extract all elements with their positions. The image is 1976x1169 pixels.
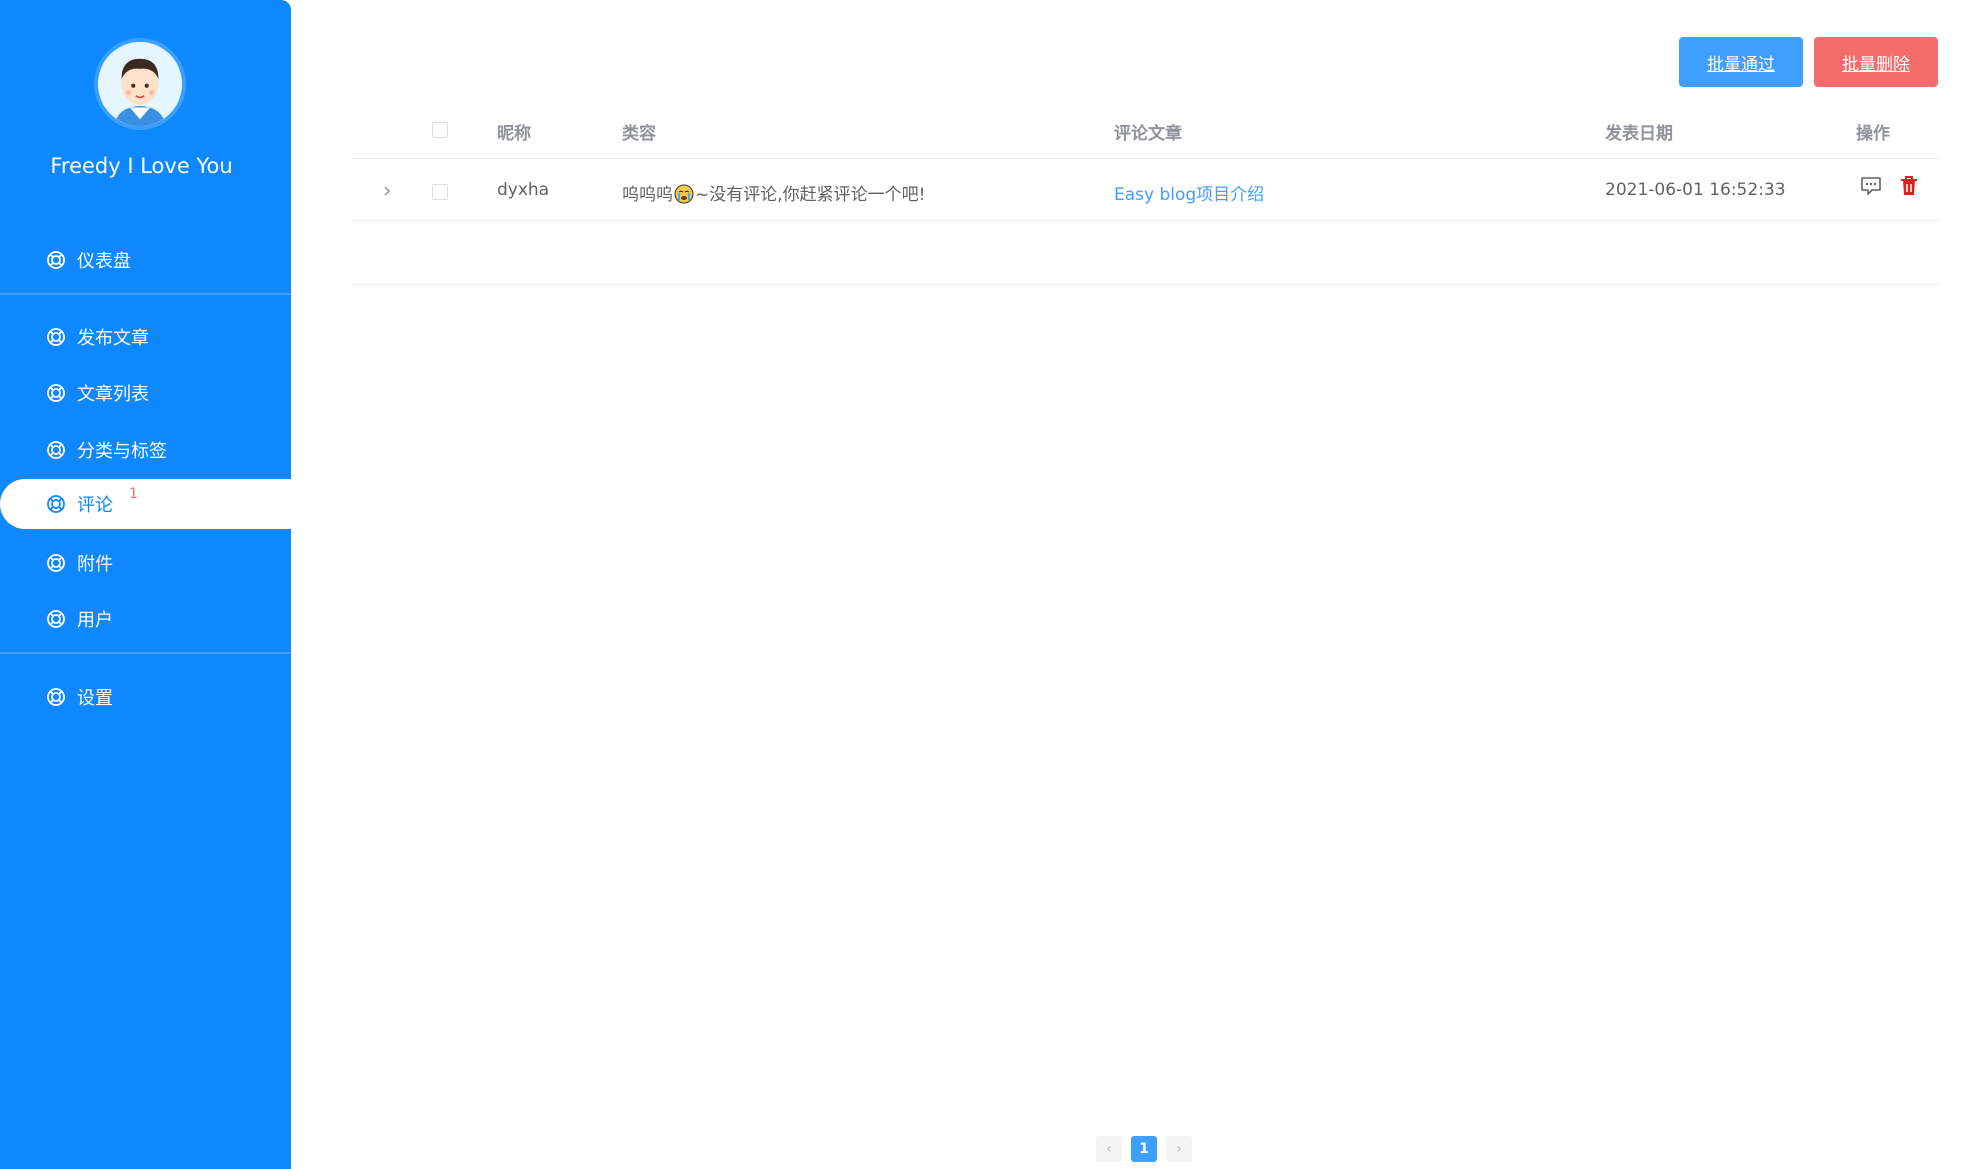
content-suffix: ~没有评论,你赶紧评论一个吧! bbox=[695, 185, 926, 205]
reply-comment-icon[interactable] bbox=[1859, 174, 1883, 198]
cell-date: 2021-06-01 16:52:33 bbox=[1605, 180, 1786, 200]
sidebar-item-comments[interactable]: 评论 1 bbox=[0, 479, 291, 529]
cell-article-link[interactable]: Easy blog项目介绍 bbox=[1114, 180, 1264, 205]
sidebar: Freedy I Love You 仪表盘 发布文章 文章列表 分类与标签 评论… bbox=[0, 0, 291, 1169]
lifebuoy-icon bbox=[46, 440, 66, 460]
select-all-checkbox[interactable] bbox=[432, 122, 448, 138]
sidebar-item-label: 附件 bbox=[77, 554, 113, 575]
sidebar-item-users[interactable]: 用户 bbox=[0, 594, 291, 644]
cell-content: 呜呜呜 ~没有评论,你赶紧评论一个吧! bbox=[622, 180, 925, 205]
batch-delete-button[interactable]: 批量删除 bbox=[1814, 37, 1938, 87]
cell-nickname: dyxha bbox=[497, 180, 550, 200]
sidebar-divider bbox=[0, 652, 291, 654]
sidebar-item-label: 分类与标签 bbox=[77, 441, 167, 462]
lifebuoy-icon bbox=[46, 494, 66, 514]
row-checkbox[interactable] bbox=[432, 184, 448, 200]
avatar[interactable] bbox=[94, 38, 186, 130]
sidebar-item-label: 设置 bbox=[77, 688, 113, 709]
lifebuoy-icon bbox=[46, 609, 66, 629]
comment-count-badge: 1 bbox=[129, 486, 138, 502]
column-header-content[interactable]: 类容 bbox=[622, 119, 656, 144]
sidebar-item-label: 文章列表 bbox=[77, 384, 149, 405]
content-prefix: 呜呜呜 bbox=[622, 185, 673, 205]
column-header-article[interactable]: 评论文章 bbox=[1114, 119, 1182, 144]
sidebar-item-categories-tags[interactable]: 分类与标签 bbox=[0, 425, 291, 475]
page-number-button[interactable]: 1 bbox=[1131, 1136, 1157, 1162]
chevron-right-icon[interactable] bbox=[380, 184, 394, 198]
sidebar-item-label: 发布文章 bbox=[77, 328, 149, 349]
row-divider bbox=[352, 220, 1938, 221]
avatar-image bbox=[98, 42, 182, 126]
crying-emoji-icon bbox=[674, 184, 694, 204]
column-header-nickname[interactable]: 昵称 bbox=[497, 119, 531, 144]
sidebar-item-label: 用户 bbox=[77, 610, 113, 631]
lifebuoy-icon bbox=[46, 383, 66, 403]
batch-approve-button[interactable]: 批量通过 bbox=[1679, 37, 1803, 87]
lifebuoy-icon bbox=[46, 687, 66, 707]
sidebar-divider bbox=[0, 293, 291, 295]
lifebuoy-icon bbox=[46, 553, 66, 573]
prev-page-button[interactable]: ‹ bbox=[1096, 1136, 1122, 1162]
sidebar-item-settings[interactable]: 设置 bbox=[0, 672, 291, 722]
lifebuoy-icon bbox=[46, 327, 66, 347]
sidebar-item-publish-article[interactable]: 发布文章 bbox=[0, 312, 291, 362]
header-divider bbox=[352, 158, 1938, 159]
column-header-date[interactable]: 发表日期 bbox=[1605, 119, 1673, 144]
table-bottom-divider bbox=[352, 284, 1938, 285]
next-page-button[interactable]: › bbox=[1166, 1136, 1192, 1162]
column-header-actions: 操作 bbox=[1856, 124, 1890, 144]
sidebar-item-dashboard[interactable]: 仪表盘 bbox=[0, 235, 291, 285]
sidebar-item-label: 评论 bbox=[77, 495, 113, 516]
sidebar-item-attachments[interactable]: 附件 bbox=[0, 538, 291, 588]
sidebar-item-label: 仪表盘 bbox=[77, 251, 131, 272]
lifebuoy-icon bbox=[46, 250, 66, 270]
trash-icon[interactable] bbox=[1897, 174, 1921, 198]
app-root: Freedy I Love You 仪表盘 发布文章 文章列表 分类与标签 评论… bbox=[0, 0, 1976, 1169]
user-name: Freedy I Love You bbox=[50, 154, 233, 178]
sidebar-item-article-list[interactable]: 文章列表 bbox=[0, 368, 291, 418]
